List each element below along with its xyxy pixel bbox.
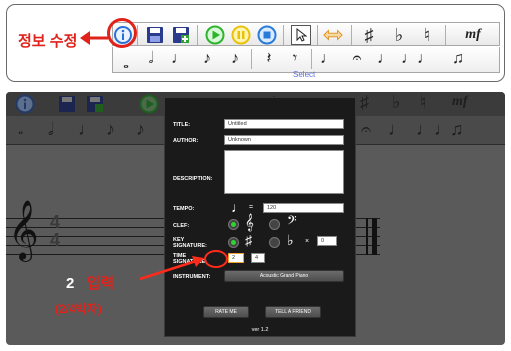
tie-notes-icon[interactable]: ♩♩ [416, 119, 452, 140]
half-note-icon[interactable]: 𝅗𝅥 [48, 119, 54, 140]
half-note-icon[interactable]: 𝅗𝅥 [141, 49, 161, 69]
select-tooltip: Select [293, 70, 316, 79]
natural-icon[interactable]: ♮ [420, 92, 426, 113]
key-signature-label: KEY SIGNATURE: [173, 237, 207, 249]
time-signature-bottom: 4 [50, 230, 61, 250]
description-textarea[interactable] [224, 150, 344, 194]
sixteenth-note-icon[interactable]: ♪ [225, 49, 245, 69]
accent-note-icon[interactable]: ♩ [375, 49, 395, 69]
treble-clef-icon: 𝄞 [245, 214, 254, 231]
save-icon[interactable] [58, 95, 76, 113]
title-input[interactable]: Untitled [224, 119, 344, 129]
select-cursor-icon[interactable] [291, 25, 311, 45]
flat-key-radio[interactable] [269, 237, 280, 248]
tempo-input[interactable]: 120 [263, 203, 344, 213]
info-highlight-circle [107, 18, 137, 48]
sharp-icon[interactable]: ♯ [360, 92, 369, 113]
fermata-note-icon[interactable]: 𝄐 [361, 119, 371, 140]
dotted-quarter-icon[interactable]: ♩ [318, 49, 338, 69]
stop-icon[interactable] [257, 25, 277, 45]
eighth-note-icon[interactable]: ♪ [106, 119, 115, 140]
save-as-icon[interactable] [86, 95, 104, 113]
version-label: ver 1.2 [251, 327, 269, 333]
pause-icon[interactable] [231, 25, 251, 45]
clef-label: CLEF: [173, 223, 190, 229]
quarter-note-icon[interactable]: ♩ [169, 49, 189, 69]
author-input[interactable]: Unknown [224, 135, 344, 145]
callout-arrow-icon [80, 31, 108, 45]
tell-a-friend-button[interactable]: TELL A FRIEND [265, 306, 321, 318]
sharp-key-radio[interactable] [228, 237, 239, 248]
whole-note-icon[interactable]: 𝅝 [116, 53, 136, 73]
rate-me-button[interactable]: RATE ME [203, 306, 249, 318]
annotation-number: 2 [66, 275, 75, 292]
score-info-dialog: TITLE: Untitled AUTHOR: Unknown DESCRIPT… [164, 97, 356, 337]
beamed-notes-icon[interactable]: ♫ [450, 119, 464, 140]
eighth-note-icon[interactable]: ♪ [197, 49, 217, 69]
play-icon[interactable] [138, 94, 160, 114]
annotation-arrow-icon [139, 256, 204, 281]
accent-note-icon[interactable]: ♩ [388, 119, 406, 140]
treble-clef-icon: 𝄞 [8, 200, 39, 260]
dynamic-mf-icon[interactable]: mf [458, 25, 488, 45]
author-label: AUTHOR: [173, 138, 199, 144]
sixteenth-note-icon[interactable]: ♪ [136, 119, 145, 140]
annotation-instruction: 2 입력 [66, 272, 114, 293]
move-arrows-icon[interactable] [323, 25, 343, 45]
info-icon[interactable] [14, 94, 36, 114]
flat-icon[interactable]: ♭ [392, 92, 401, 113]
quarter-note-icon: ♩ [231, 199, 245, 215]
save-as-icon[interactable] [171, 25, 191, 45]
tie-notes-icon[interactable]: ♩♩ [401, 49, 433, 69]
sharp-icon: ♯ [245, 232, 252, 248]
treble-clef-radio[interactable] [228, 219, 239, 230]
flat-icon: ♭ [287, 232, 294, 248]
title-label: TITLE: [173, 122, 191, 128]
dynamic-mf-icon[interactable]: mf [452, 94, 468, 110]
quarter-rest-icon[interactable]: 𝄽 [259, 49, 279, 69]
fermata-note-icon[interactable]: 𝄐 [347, 49, 367, 69]
tempo-equals: = [249, 204, 254, 211]
barline [366, 218, 368, 255]
eighth-rest-icon[interactable]: 𝄾 [285, 49, 305, 69]
play-icon[interactable] [205, 25, 225, 45]
key-times: × [305, 238, 310, 245]
save-icon[interactable] [145, 25, 165, 45]
tempo-label: TEMPO: [173, 206, 195, 212]
natural-icon[interactable]: ♮ [417, 25, 437, 45]
flat-icon[interactable]: ♭ [389, 25, 409, 45]
key-count-input[interactable]: 0 [317, 236, 337, 246]
callout-label: 정보 수정 [18, 33, 78, 50]
quarter-note-icon[interactable]: ♩ [78, 119, 96, 140]
beamed-notes-icon[interactable]: ♫ [443, 49, 473, 69]
whole-note-icon[interactable]: 𝅝 [18, 122, 23, 138]
sharp-icon[interactable]: ♯ [359, 25, 379, 45]
bass-clef-radio[interactable] [269, 219, 280, 230]
annotation-note: (2/4박자) [55, 302, 102, 316]
description-label: DESCRIPTION: [173, 176, 213, 182]
annotation-action: 입력 [86, 275, 115, 292]
toolbar-row-1: ♯ ♭ ♮ mf [112, 22, 500, 46]
final-barline [372, 218, 377, 255]
instrument-select[interactable]: Acoustic Grand Piano [224, 270, 344, 282]
time-numerator-input[interactable]: 2 [228, 253, 244, 263]
bass-clef-icon: 𝄢 [287, 214, 297, 231]
time-denominator-input[interactable]: 4 [251, 253, 265, 263]
